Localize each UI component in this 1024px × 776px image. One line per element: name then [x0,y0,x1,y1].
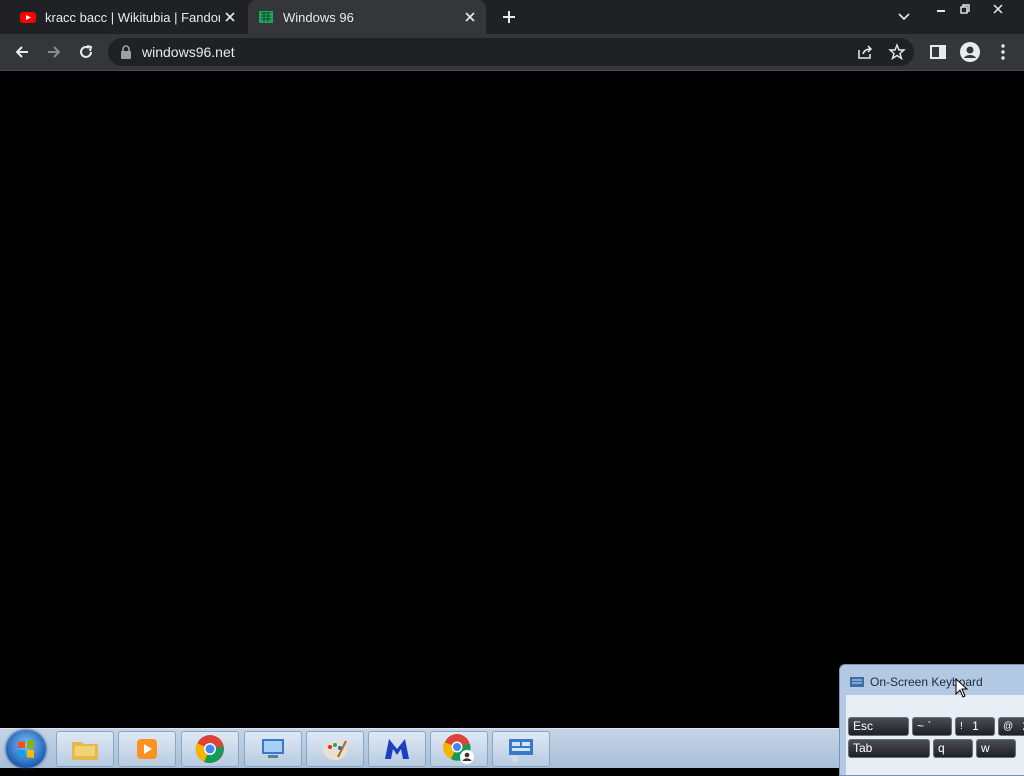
on-screen-keyboard[interactable]: On-Screen Keyboard Esc ~ ` ! 1 @ 2 Tab q… [839,664,1024,776]
new-tab-button[interactable] [498,6,520,28]
browser-toolbar: windows96.net [0,34,1024,71]
plus-icon [502,10,516,24]
reload-icon [78,44,94,60]
chrome-icon [195,734,225,764]
osk-key-2[interactable]: @ 2 [998,717,1024,736]
osk-key-esc[interactable]: Esc [848,717,909,736]
paint-icon [320,735,350,763]
close-icon[interactable] [220,7,240,27]
side-panel-icon [930,44,946,60]
osk-key-2-shift: @ [1003,721,1013,732]
minimize-button[interactable] [928,0,954,18]
taskbar-explorer[interactable] [56,731,114,767]
taskbar-paint[interactable] [306,731,364,767]
share-icon[interactable] [856,43,874,61]
arrow-left-icon [14,44,30,60]
url-text[interactable]: windows96.net [142,44,235,60]
tab-title: kracc bacc | Wikitubia | Fandom [45,10,220,25]
arrow-right-icon [46,44,62,60]
windows-logo-icon [6,730,46,768]
menu-button[interactable] [991,40,1015,64]
kebab-menu-icon [1001,44,1005,60]
osk-key-1-label: 1 [972,719,979,733]
restore-icon [960,4,970,14]
explorer-icon [70,736,100,762]
reload-button[interactable] [74,40,98,64]
osk-key-w[interactable]: w [976,739,1016,758]
tab-title: Windows 96 [283,10,460,25]
osk-key-tilde[interactable]: ~ ` [912,717,952,736]
mouse-cursor-icon [955,678,969,698]
remote-desktop-icon [258,736,288,762]
tab-windows96[interactable]: Windows 96 [248,0,486,34]
keyboard-icon [850,677,864,687]
close-window-button[interactable] [985,0,1011,18]
tab-kracc-bacc[interactable]: kracc bacc | Wikitubia | Fandom [8,0,246,34]
osk-key-tab[interactable]: Tab [848,739,930,758]
side-panel-button[interactable] [926,40,950,64]
close-icon [993,4,1003,14]
bookmark-star-icon[interactable] [888,43,906,61]
address-bar[interactable]: windows96.net [108,38,914,66]
minimize-icon [936,4,946,14]
tab-strip: kracc bacc | Wikitubia | Fandom Windows … [0,0,1024,34]
start-button[interactable] [6,730,46,768]
restore-button[interactable] [952,0,978,18]
taskbar-remote-desktop[interactable] [244,731,302,767]
taskbar-control-panel[interactable] [492,731,550,767]
osk-key-1[interactable]: ! 1 [955,717,995,736]
control-panel-icon [506,735,536,763]
osk-key-q[interactable]: q [933,739,973,758]
back-button[interactable] [10,40,34,64]
taskbar-media-player[interactable] [118,731,176,767]
taskbar-malwarebytes[interactable] [368,731,426,767]
lock-icon[interactable] [118,44,134,60]
taskbar-chrome[interactable] [181,731,239,767]
media-player-icon [134,736,160,762]
close-icon[interactable] [460,7,480,27]
windows96-icon [258,9,274,25]
youtube-icon [20,9,36,25]
taskbar-chrome-profile[interactable] [430,731,488,767]
malwarebytes-icon [382,735,412,763]
profile-button[interactable] [958,40,982,64]
forward-button[interactable] [42,40,66,64]
osk-key-1-shift: ! [960,721,963,732]
chrome-profile-icon [443,733,475,765]
tab-search-button[interactable] [894,7,914,27]
avatar-icon [960,42,980,62]
chevron-down-icon [898,13,910,21]
page-content[interactable] [0,71,1024,728]
